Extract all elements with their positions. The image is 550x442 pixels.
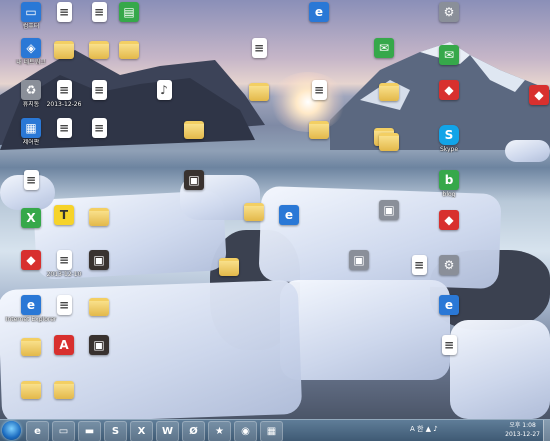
desktop-icon[interactable] bbox=[360, 80, 418, 102]
desktop-icon[interactable]: ⚙ bbox=[420, 2, 478, 23]
taskbar-media-icon[interactable]: Ø bbox=[182, 421, 205, 442]
skype-icon: S bbox=[439, 125, 459, 145]
document-icon: ≡ bbox=[441, 335, 457, 355]
folder-icon bbox=[89, 208, 109, 226]
taskbar-folder-icon[interactable]: ▬ bbox=[78, 421, 101, 442]
desktop-icon[interactable]: ◆ bbox=[510, 85, 550, 106]
folder-icon bbox=[219, 258, 239, 276]
desktop-icon[interactable]: ✉ bbox=[420, 45, 478, 66]
clock-date: 2013-12-27 bbox=[505, 431, 540, 438]
desktop-icon[interactable]: ≡ bbox=[70, 80, 128, 101]
application-icon: ▣ bbox=[379, 200, 399, 220]
desktop-icon[interactable] bbox=[165, 118, 223, 140]
ice-floe bbox=[505, 140, 550, 162]
taskbar: e ▭ ▬ S X W Ø ★ ◉ ▦ A 한 ▲ ♪ 오후 1:08 2013-12-27 bbox=[0, 419, 550, 442]
desktop-icon[interactable] bbox=[35, 378, 93, 400]
taskbar-excel-icon[interactable]: X bbox=[130, 421, 153, 442]
document-icon: ≡ bbox=[311, 80, 327, 100]
desktop-icon[interactable]: ▤ bbox=[100, 2, 158, 23]
desktop: ▭ 컴퓨터 ◈ 내 네트워크 ♻ 휴지통 ▦ 제어판 ≡ X ◆ e Internet Explorer… bbox=[0, 0, 550, 419]
desktop-icon[interactable] bbox=[230, 80, 288, 102]
desktop-icon-label: 컴퓨터 bbox=[22, 23, 40, 30]
desktop-icon-label: Skype bbox=[439, 146, 459, 153]
desktop-icon-label: 2013-12-26 bbox=[46, 101, 82, 108]
desktop-icon[interactable]: S Skype bbox=[420, 125, 478, 153]
chat-icon: ✉ bbox=[374, 38, 394, 58]
application-icon: ▣ bbox=[349, 250, 369, 270]
spreadsheet-icon: ▤ bbox=[119, 2, 139, 22]
desktop-icon[interactable] bbox=[290, 118, 348, 140]
desktop-icon[interactable]: e bbox=[290, 2, 348, 23]
taskbar-app-icon[interactable]: ★ bbox=[208, 421, 231, 442]
desktop-icon[interactable] bbox=[70, 295, 128, 317]
desktop-icon[interactable]: b blog bbox=[420, 170, 478, 198]
folder-icon bbox=[89, 298, 109, 316]
desktop-icon[interactable]: ▣ bbox=[70, 250, 128, 271]
start-button[interactable] bbox=[2, 421, 21, 440]
desktop-icon[interactable]: ≡ bbox=[70, 118, 128, 139]
show-desktop-button[interactable] bbox=[543, 420, 550, 441]
document-icon: ≡ bbox=[91, 80, 107, 100]
internet-explorer-icon: e bbox=[439, 295, 459, 315]
photo-icon: ▣ bbox=[89, 250, 109, 270]
desktop-icon[interactable]: ≡ bbox=[290, 80, 348, 101]
folder-icon bbox=[379, 133, 399, 151]
desktop-icon-label: 제어판 bbox=[22, 139, 40, 146]
clock[interactable]: 오후 1:08 2013-12-27 bbox=[505, 421, 540, 439]
app-icon: ◆ bbox=[529, 85, 549, 105]
taskbar-word-icon[interactable]: W bbox=[156, 421, 179, 442]
taskbar-internet-explorer-icon[interactable]: e bbox=[26, 421, 49, 442]
desktop-icon[interactable]: ≡ bbox=[2, 170, 60, 191]
desktop-icon[interactable] bbox=[100, 38, 158, 60]
photo-icon: ▣ bbox=[184, 170, 204, 190]
photo-icon: ▣ bbox=[89, 335, 109, 355]
system-tray[interactable]: A 한 ▲ ♪ bbox=[410, 424, 438, 434]
folder-icon bbox=[309, 121, 329, 139]
desktop-icon[interactable]: e bbox=[420, 295, 478, 316]
taskbar-paint-icon[interactable]: ◉ bbox=[234, 421, 257, 442]
desktop-icon[interactable]: ▣ bbox=[330, 250, 388, 271]
taskbar-explorer-icon[interactable]: ▭ bbox=[52, 421, 75, 442]
desktop-icon[interactable]: ◆ bbox=[420, 80, 478, 101]
internet-explorer-icon: e bbox=[279, 205, 299, 225]
tools-icon: ⚙ bbox=[439, 255, 459, 275]
desktop-icon[interactable]: ≡ bbox=[420, 335, 478, 356]
clock-time: 오후 1:08 bbox=[509, 422, 536, 429]
desktop-icon[interactable]: ♪ bbox=[135, 80, 193, 101]
desktop-icon[interactable] bbox=[360, 130, 418, 152]
chat-icon: ✉ bbox=[439, 45, 459, 65]
desktop-icon[interactable]: ▣ bbox=[70, 335, 128, 356]
desktop-icon-label: 내 네트워크 bbox=[16, 59, 46, 66]
desktop-icon-label: 2013-12-10 bbox=[46, 271, 82, 278]
folder-icon bbox=[249, 83, 269, 101]
document-icon: ≡ bbox=[91, 118, 107, 138]
folder-icon bbox=[379, 83, 399, 101]
internet-explorer-icon: e bbox=[309, 2, 329, 22]
taskbar-app-icon[interactable]: ▦ bbox=[260, 421, 283, 442]
folder-icon bbox=[54, 381, 74, 399]
document-icon: ≡ bbox=[23, 170, 39, 190]
folder-icon bbox=[119, 41, 139, 59]
app-icon: ◆ bbox=[439, 80, 459, 100]
taskbar-skype-icon[interactable]: S bbox=[104, 421, 127, 442]
desktop-icon[interactable]: ≡ bbox=[230, 38, 288, 59]
desktop-icon[interactable]: ✉ bbox=[355, 38, 413, 59]
tools-icon: ⚙ bbox=[439, 2, 459, 22]
desktop-icon[interactable]: ◆ bbox=[420, 210, 478, 231]
desktop-icon[interactable] bbox=[200, 255, 258, 277]
desktop-icon-label: blog bbox=[442, 191, 456, 198]
desktop-icon[interactable] bbox=[70, 205, 128, 227]
desktop-icon[interactable]: e bbox=[260, 205, 318, 226]
app-icon: ◆ bbox=[439, 210, 459, 230]
blog-icon: b bbox=[439, 170, 459, 190]
music-icon: ♪ bbox=[156, 80, 172, 100]
folder-icon bbox=[184, 121, 204, 139]
desktop-icon[interactable]: ▣ bbox=[360, 200, 418, 221]
desktop-icon[interactable]: ▣ bbox=[165, 170, 223, 191]
desktop-icon[interactable]: ⚙ bbox=[420, 255, 478, 276]
desktop-icon-label: Internet Explorer bbox=[5, 316, 57, 323]
document-icon: ≡ bbox=[251, 38, 267, 58]
